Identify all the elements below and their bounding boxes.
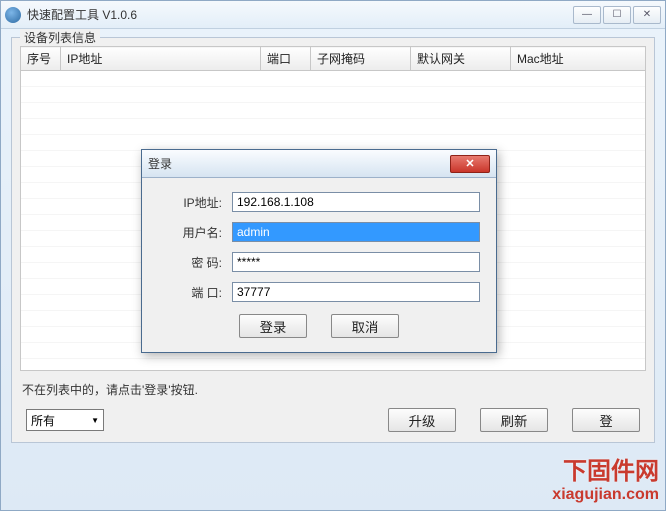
- titlebar: 快速配置工具 V1.0.6 — ☐ ✕: [1, 1, 665, 29]
- pass-label: 密 码:: [158, 254, 222, 271]
- table-header-row: 序号 IP地址 端口 子网掩码 默认网关 Mac地址: [21, 47, 646, 71]
- filter-select[interactable]: 所有 ▼: [26, 409, 104, 431]
- upgrade-button[interactable]: 升级: [388, 408, 456, 432]
- dialog-titlebar: 登录 ✕: [142, 150, 496, 178]
- login-dialog: 登录 ✕ IP地址: 用户名: 密 码: 端 口: 登录 取消: [141, 149, 497, 353]
- filter-selected-value: 所有: [31, 412, 55, 429]
- col-ip[interactable]: IP地址: [61, 47, 261, 71]
- user-label: 用户名:: [158, 224, 222, 241]
- dialog-login-button[interactable]: 登录: [239, 314, 307, 338]
- minimize-button[interactable]: —: [573, 6, 601, 24]
- dialog-cancel-button[interactable]: 取消: [331, 314, 399, 338]
- port-input[interactable]: [232, 282, 480, 302]
- bottom-toolbar: 所有 ▼ 升级 刷新 登: [20, 402, 646, 434]
- col-subnet[interactable]: 子网掩码: [311, 47, 411, 71]
- close-button[interactable]: ✕: [633, 6, 661, 24]
- app-icon: [5, 7, 21, 23]
- hint-text: 不在列表中的，请点击'登录'按钮.: [22, 381, 644, 398]
- password-input[interactable]: [232, 252, 480, 272]
- username-input[interactable]: [232, 222, 480, 242]
- watermark-line2: xiagujian.com: [552, 486, 659, 504]
- device-table: 序号 IP地址 端口 子网掩码 默认网关 Mac地址: [20, 46, 646, 71]
- dialog-title: 登录: [148, 155, 450, 172]
- dialog-close-button[interactable]: ✕: [450, 155, 490, 173]
- dialog-body: IP地址: 用户名: 密 码: 端 口: 登录 取消: [142, 178, 496, 352]
- col-seq[interactable]: 序号: [21, 47, 61, 71]
- fieldset-title: 设备列表信息: [20, 29, 100, 46]
- login-main-button[interactable]: 登: [572, 408, 640, 432]
- ip-input[interactable]: [232, 192, 480, 212]
- chevron-down-icon: ▼: [91, 416, 99, 425]
- col-gateway[interactable]: 默认网关: [411, 47, 511, 71]
- col-mac[interactable]: Mac地址: [511, 47, 646, 71]
- port-label: 端 口:: [158, 284, 222, 301]
- main-window: 快速配置工具 V1.0.6 — ☐ ✕ 设备列表信息 序号 IP地址 端口 子网…: [0, 0, 666, 511]
- ip-label: IP地址:: [158, 194, 222, 211]
- maximize-button[interactable]: ☐: [603, 6, 631, 24]
- dialog-button-row: 登录 取消: [158, 314, 480, 338]
- window-title: 快速配置工具 V1.0.6: [27, 6, 571, 23]
- col-port[interactable]: 端口: [261, 47, 311, 71]
- refresh-button[interactable]: 刷新: [480, 408, 548, 432]
